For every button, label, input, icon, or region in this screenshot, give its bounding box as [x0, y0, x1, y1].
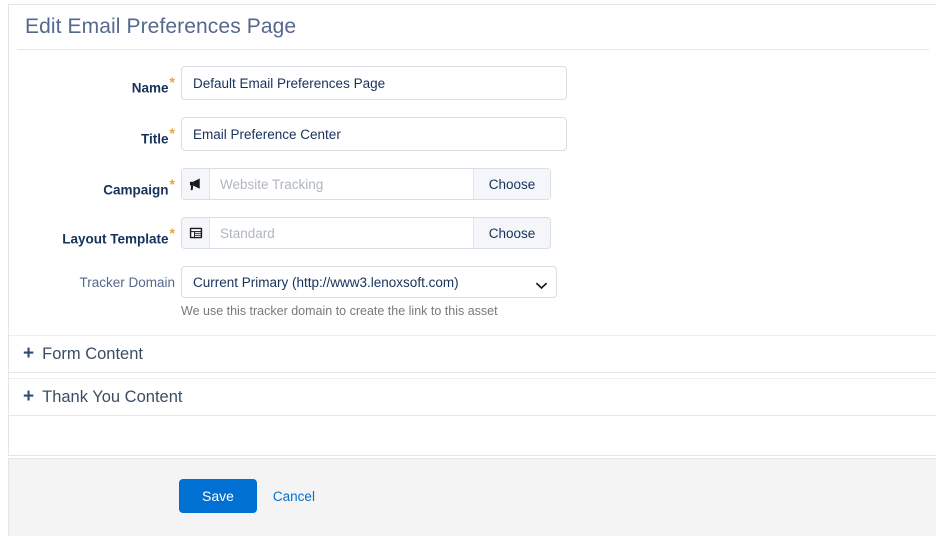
label-title: Title* [9, 117, 181, 147]
title-input[interactable] [181, 117, 567, 151]
layout-template-lookup: Choose [181, 217, 551, 249]
label-title-text: Title [141, 131, 169, 147]
label-campaign-text: Campaign [103, 182, 169, 198]
campaign-choose-button[interactable]: Choose [473, 169, 550, 199]
layout-template-input[interactable] [210, 218, 473, 248]
save-button[interactable]: Save [179, 479, 257, 513]
form-row-layout-template: Layout Template* Standard Choose [9, 217, 936, 249]
required-asterisk-campaign: * [169, 176, 175, 192]
label-name-text: Name [131, 80, 169, 96]
label-campaign: Campaign* [9, 168, 181, 198]
plus-icon: + [23, 386, 35, 407]
tracker-domain-select-wrap: Current Primary (http://www3.lenoxsoft.c… [181, 266, 557, 298]
label-layout-template: Layout Template* [9, 217, 181, 247]
required-asterisk-name: * [169, 74, 175, 90]
form-row-name: Name* [9, 66, 936, 100]
accordion-form-content[interactable]: + Form Content [9, 335, 936, 373]
tracker-domain-help-text: We use this tracker domain to create the… [181, 304, 498, 318]
control-tracker-domain: Current Primary (http://www3.lenoxsoft.c… [181, 266, 557, 318]
edit-email-preferences-page: Edit Email Preferences Page Name* Title* [0, 0, 936, 536]
label-tracker-domain-text: Tracker Domain [79, 275, 175, 290]
megaphone-icon [182, 169, 210, 199]
cancel-link[interactable]: Cancel [273, 489, 315, 504]
form-row-title: Title* [9, 117, 936, 151]
accordion-thank-you-content-label: Thank You Content [42, 387, 183, 406]
layout-template-choose-button[interactable]: Choose [473, 218, 550, 248]
label-tracker-domain: Tracker Domain [9, 266, 181, 290]
control-title [181, 117, 567, 151]
label-layout-template-text: Layout Template [62, 231, 169, 247]
control-layout-template: Choose [181, 217, 551, 249]
required-asterisk-title: * [169, 125, 175, 141]
campaign-lookup: Choose [181, 168, 551, 200]
label-name: Name* [9, 66, 181, 96]
card-header: Edit Email Preferences Page [9, 5, 936, 49]
accordion-form-content-label: Form Content [42, 344, 143, 363]
form-row-campaign: Campaign* Choose [9, 168, 936, 200]
control-name [181, 66, 567, 100]
tracker-domain-select[interactable]: Current Primary (http://www3.lenoxsoft.c… [181, 266, 557, 298]
accordion-thank-you-content[interactable]: + Thank You Content [9, 378, 936, 416]
form-row-tracker-domain: Tracker Domain Current Primary (http://w… [9, 266, 936, 318]
name-input[interactable] [181, 66, 567, 100]
footer-actions: Save Cancel [9, 459, 936, 513]
control-campaign: Choose [181, 168, 551, 200]
form-footer: Save Cancel [8, 458, 936, 536]
plus-icon: + [23, 343, 35, 364]
form-body: Name* Title* Campaign* [9, 50, 936, 318]
accordion-list: + Form Content + Thank You Content [9, 335, 936, 416]
required-asterisk-layout-template: * [169, 225, 175, 241]
page-title: Edit Email Preferences Page [25, 15, 297, 38]
edit-form-card: Edit Email Preferences Page Name* Title* [8, 4, 936, 456]
layout-template-icon [182, 218, 210, 248]
campaign-input[interactable] [210, 169, 473, 199]
